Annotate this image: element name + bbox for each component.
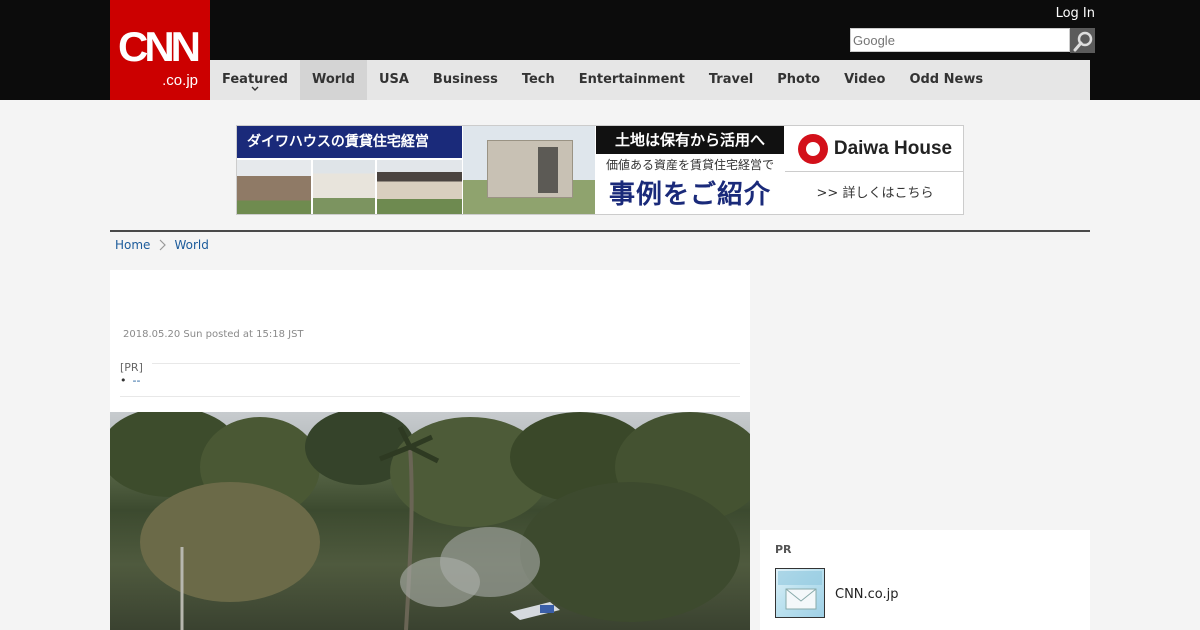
article-card: 2018.05.20 Sun posted at 15:18 JST [PR] … xyxy=(110,270,750,630)
banner-building-photo xyxy=(463,126,595,214)
search-icon xyxy=(1073,31,1092,51)
pr-block: [PR] • -- xyxy=(120,356,740,397)
pr-divider xyxy=(120,396,740,397)
nav-label: Video xyxy=(844,72,886,87)
nav-entertainment[interactable]: Entertainment xyxy=(567,60,697,100)
nav-label: USA xyxy=(378,72,409,87)
top-header: CNN .co.jp Log In Featured World USA Bus… xyxy=(0,0,1200,100)
nav-featured[interactable]: Featured xyxy=(210,60,300,100)
nav-label: Tech xyxy=(521,72,555,87)
nav-photo[interactable]: Photo xyxy=(765,60,832,100)
breadcrumb-home[interactable]: Home xyxy=(115,238,150,252)
nav-label: Business xyxy=(432,72,498,87)
daiwa-logo-text: Daiwa House xyxy=(833,137,953,159)
pr-list-item[interactable]: • -- xyxy=(120,374,140,387)
nav-label: Travel xyxy=(708,72,754,87)
article-date: 2018.05.20 Sun posted at 15:18 JST xyxy=(123,329,304,340)
banner-headline: 土地は保有から活用へ xyxy=(596,126,784,154)
breadcrumb-world[interactable]: World xyxy=(174,238,208,252)
pr-item-link[interactable]: CNN.co.jp xyxy=(835,587,899,602)
bullet-icon: • xyxy=(120,374,127,387)
logo-sub-text: .co.jp xyxy=(162,72,198,89)
search-button[interactable] xyxy=(1070,28,1095,53)
daiwa-logo-icon xyxy=(797,133,828,164)
banner-ad[interactable]: ダイワハウスの賃貸住宅経営 土地は保有から活用へ 価値ある資産を賃貸住宅経営で … xyxy=(236,125,964,215)
sidebar-pr-panel: PR CNN.co.jp xyxy=(760,530,1090,630)
cnn-logo[interactable]: CNN .co.jp xyxy=(110,0,210,100)
logo-main-text: CNN xyxy=(118,23,201,70)
main-nav: Featured World USA Business Tech Enterta… xyxy=(210,60,1090,100)
nav-odd-news[interactable]: Odd News xyxy=(897,60,995,100)
chevron-down-icon xyxy=(251,86,259,91)
banner-more-link[interactable]: >> 詳しくはこちら xyxy=(785,172,963,214)
mail-icon xyxy=(778,571,822,610)
sidebar-pr-title: PR xyxy=(775,543,792,556)
banner-subtext: 価値ある資産を賃貸住宅経営で xyxy=(605,158,774,172)
nav-label: World xyxy=(311,72,355,87)
pr-thumbnail[interactable] xyxy=(775,568,825,618)
nav-label: Odd News xyxy=(909,72,984,87)
section-divider xyxy=(110,230,1090,232)
nav-label: Photo xyxy=(777,72,821,87)
search-field[interactable] xyxy=(850,28,1070,52)
nav-world[interactable]: World xyxy=(299,60,367,100)
banner-house-photo xyxy=(237,160,311,214)
pr-link-text: -- xyxy=(132,374,141,387)
nav-business[interactable]: Business xyxy=(421,60,510,100)
nav-usa[interactable]: USA xyxy=(367,60,421,100)
daiwa-house-logo: Daiwa House xyxy=(785,126,963,172)
nav-label: Entertainment xyxy=(578,72,685,87)
nav-video[interactable]: Video xyxy=(832,60,897,100)
banner-house-photo xyxy=(313,160,375,214)
pr-divider xyxy=(152,363,740,364)
banner-big-text: 事例をご紹介 xyxy=(608,180,771,210)
login-link[interactable]: Log In xyxy=(1056,6,1095,21)
pr-label: [PR] xyxy=(120,361,143,374)
breadcrumb: Home World xyxy=(115,238,209,252)
nav-travel[interactable]: Travel xyxy=(697,60,765,100)
article-photo xyxy=(110,412,750,630)
banner-title: ダイワハウスの賃貸住宅経営 xyxy=(237,126,462,158)
crash-site-photo-art xyxy=(110,412,750,630)
chevron-right-icon xyxy=(160,239,167,251)
nav-tech[interactable]: Tech xyxy=(510,60,567,100)
search-input[interactable] xyxy=(851,29,1069,51)
banner-house-photo xyxy=(377,160,462,214)
